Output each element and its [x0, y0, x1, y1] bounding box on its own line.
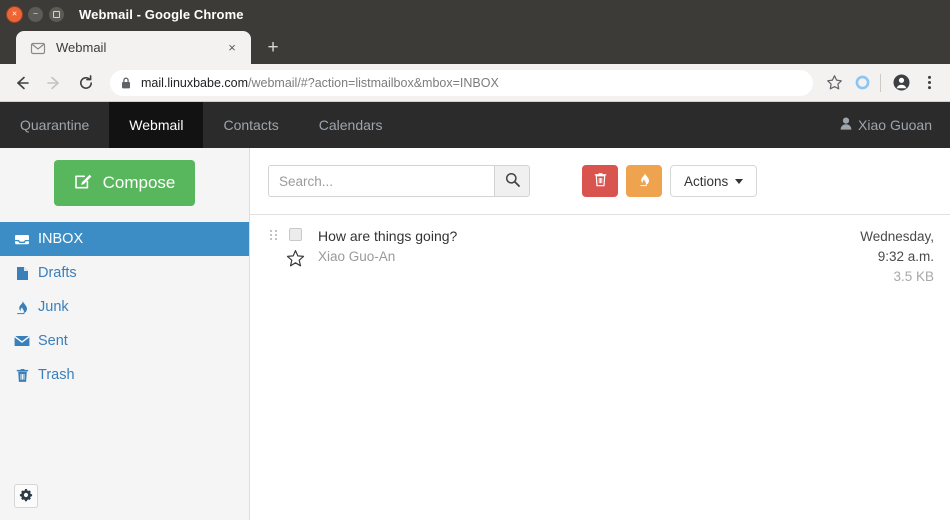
- mail-size: 3.5 KB: [860, 267, 934, 287]
- compose-button[interactable]: Compose: [54, 160, 196, 206]
- app-body: Compose INBOX: [0, 148, 950, 520]
- folder-list: INBOX Drafts: [0, 222, 249, 392]
- sidebar-item-junk[interactable]: Junk: [0, 290, 249, 324]
- app-navbar: Quarantine Webmail Contacts Calendars Xi…: [0, 102, 950, 148]
- three-dot-menu-icon[interactable]: [916, 70, 942, 96]
- compose-button-label: Compose: [103, 173, 176, 193]
- app-nav-items: Quarantine Webmail Contacts Calendars: [0, 102, 403, 148]
- mail-subject: How are things going?: [318, 226, 860, 246]
- forward-arrow-icon[interactable]: [40, 69, 68, 97]
- close-icon: ×: [12, 9, 17, 18]
- mail-time: 9:32 a.m.: [860, 247, 934, 267]
- compose-area: Compose: [0, 148, 249, 222]
- address-bar-url: mail.linuxbabe.com/webmail/#?action=list…: [141, 76, 499, 90]
- trash-icon: [14, 368, 30, 382]
- envelope-icon: [14, 334, 30, 348]
- sidebar-item-label: Trash: [38, 367, 75, 383]
- mail-list-item[interactable]: How are things going? Xiao Guo-An Wednes…: [250, 215, 950, 297]
- main-panel: Actions: [250, 148, 950, 520]
- mail-icon: [30, 40, 46, 56]
- sidebar-item-inbox[interactable]: INBOX: [0, 222, 249, 256]
- delete-button[interactable]: [582, 165, 618, 197]
- window-maximize-button[interactable]: [48, 6, 65, 23]
- junk-button[interactable]: [626, 165, 662, 197]
- toolbar-divider: [880, 74, 881, 92]
- sidebar-item-label: INBOX: [38, 231, 83, 247]
- settings-button[interactable]: [14, 484, 38, 508]
- nav-item-calendars[interactable]: Calendars: [299, 102, 403, 148]
- sidebar-item-trash[interactable]: Trash: [0, 358, 249, 392]
- sync-circle-icon[interactable]: [849, 70, 875, 96]
- drag-handle-icon[interactable]: [268, 226, 278, 287]
- back-arrow-icon[interactable]: [8, 69, 36, 97]
- search-group: [268, 165, 530, 197]
- sidebar-item-drafts[interactable]: Drafts: [0, 256, 249, 290]
- nav-item-label: Calendars: [319, 117, 383, 133]
- nav-item-label: Contacts: [223, 117, 278, 133]
- search-input[interactable]: [268, 165, 494, 197]
- sidebar: Compose INBOX: [0, 148, 250, 520]
- fire-icon: [637, 172, 651, 190]
- mail-row-marks: [278, 226, 312, 287]
- actions-dropdown-button[interactable]: Actions: [670, 165, 757, 197]
- nav-item-label: Webmail: [129, 117, 183, 133]
- gear-icon: [19, 488, 33, 505]
- chevron-down-icon: [735, 179, 743, 184]
- tab-strip: Webmail × +: [0, 28, 950, 64]
- sidebar-item-label: Drafts: [38, 265, 77, 281]
- tab-title: Webmail: [56, 40, 223, 55]
- window-controls: × −: [6, 6, 65, 23]
- browser-toolbar: mail.linuxbabe.com/webmail/#?action=list…: [0, 64, 950, 102]
- user-menu[interactable]: Xiao Guoan: [822, 102, 950, 148]
- address-bar[interactable]: mail.linuxbabe.com/webmail/#?action=list…: [110, 70, 813, 96]
- url-host: mail.linuxbabe.com: [141, 76, 248, 90]
- user-name: Xiao Guoan: [858, 117, 932, 133]
- settings-area: [0, 484, 249, 520]
- drag-dots: [270, 230, 277, 240]
- search-button[interactable]: [494, 165, 530, 197]
- trash-icon: [594, 172, 607, 190]
- tab-webmail[interactable]: Webmail ×: [16, 31, 251, 64]
- mail-date: Wednesday,: [860, 227, 934, 247]
- window-titlebar: × − Webmail - Google Chrome: [0, 0, 950, 28]
- mail-list: How are things going? Xiao Guo-An Wednes…: [250, 215, 950, 520]
- tab-close-icon[interactable]: ×: [223, 39, 241, 57]
- minimize-icon: −: [33, 9, 38, 18]
- mail-row-body: How are things going? Xiao Guo-An: [312, 226, 860, 287]
- nav-item-quarantine[interactable]: Quarantine: [0, 102, 109, 148]
- sidebar-item-sent[interactable]: Sent: [0, 324, 249, 358]
- url-path: /webmail/#?action=listmailbox&mbox=INBOX: [248, 76, 499, 90]
- profile-avatar-icon[interactable]: [888, 70, 914, 96]
- mail-row-meta: Wednesday, 9:32 a.m. 3.5 KB: [860, 226, 934, 287]
- mail-select-checkbox[interactable]: [289, 228, 302, 241]
- browser-window: × − Webmail - Google Chrome Webmail × +: [0, 0, 950, 520]
- window-title: Webmail - Google Chrome: [79, 7, 244, 22]
- actions-button-label: Actions: [684, 174, 728, 189]
- lock-icon: [120, 76, 132, 90]
- mail-toolbar: Actions: [250, 148, 950, 215]
- search-icon: [505, 172, 520, 190]
- mail-sender: Xiao Guo-An: [318, 246, 860, 267]
- star-icon[interactable]: [286, 249, 305, 273]
- reload-icon[interactable]: [72, 69, 100, 97]
- fire-icon: [14, 300, 30, 314]
- maximize-icon: [53, 11, 60, 18]
- sidebar-item-label: Sent: [38, 333, 68, 349]
- inbox-icon: [14, 232, 30, 246]
- new-tab-button[interactable]: +: [259, 33, 287, 61]
- window-minimize-button[interactable]: −: [27, 6, 44, 23]
- compose-pencil-icon: [74, 171, 93, 195]
- toolbar-actions: Actions: [582, 165, 757, 197]
- file-icon: [14, 266, 30, 280]
- window-close-button[interactable]: ×: [6, 6, 23, 23]
- bookmark-star-icon[interactable]: [821, 70, 847, 96]
- nav-item-label: Quarantine: [20, 117, 89, 133]
- nav-item-webmail[interactable]: Webmail: [109, 102, 203, 148]
- nav-item-contacts[interactable]: Contacts: [203, 102, 298, 148]
- user-icon: [840, 117, 852, 133]
- sidebar-item-label: Junk: [38, 299, 69, 315]
